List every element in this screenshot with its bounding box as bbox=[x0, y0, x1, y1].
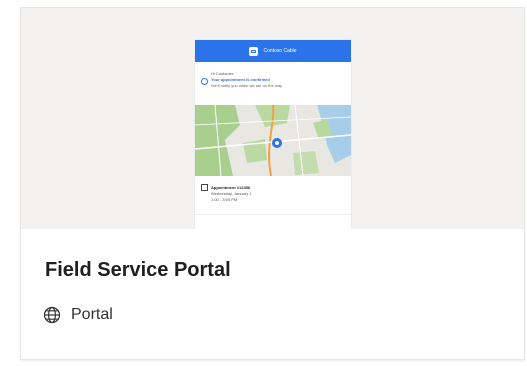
card-title: Field Service Portal bbox=[45, 259, 231, 281]
card-type: Portal bbox=[43, 306, 113, 324]
card-thumbnail: Contoso Cable Hi Customer, Your appointm… bbox=[21, 8, 524, 229]
preview-divider bbox=[195, 214, 351, 215]
check-circle-icon bbox=[201, 78, 208, 85]
brand-logo-icon bbox=[249, 46, 259, 56]
calendar-icon bbox=[201, 184, 208, 191]
globe-icon bbox=[43, 306, 61, 324]
preview-map bbox=[195, 105, 351, 176]
portal-preview-image: Contoso Cable Hi Customer, Your appointm… bbox=[195, 40, 351, 229]
preview-header: Contoso Cable bbox=[195, 40, 351, 62]
preview-appointment-time: 1:00 - 3:00 PM bbox=[211, 197, 238, 202]
portal-template-card[interactable]: Contoso Cable Hi Customer, Your appointm… bbox=[20, 7, 525, 360]
preview-notice: Hi Customer, Your appointment is confirm… bbox=[195, 62, 351, 105]
preview-confirmation-sub: We'll notify you when we are on the way bbox=[211, 83, 282, 88]
preview-appointment: Appointment #12456 Wednesday, January 1 … bbox=[195, 176, 351, 229]
preview-brand-name: Contoso Cable bbox=[263, 48, 297, 54]
card-type-label: Portal bbox=[71, 306, 113, 323]
